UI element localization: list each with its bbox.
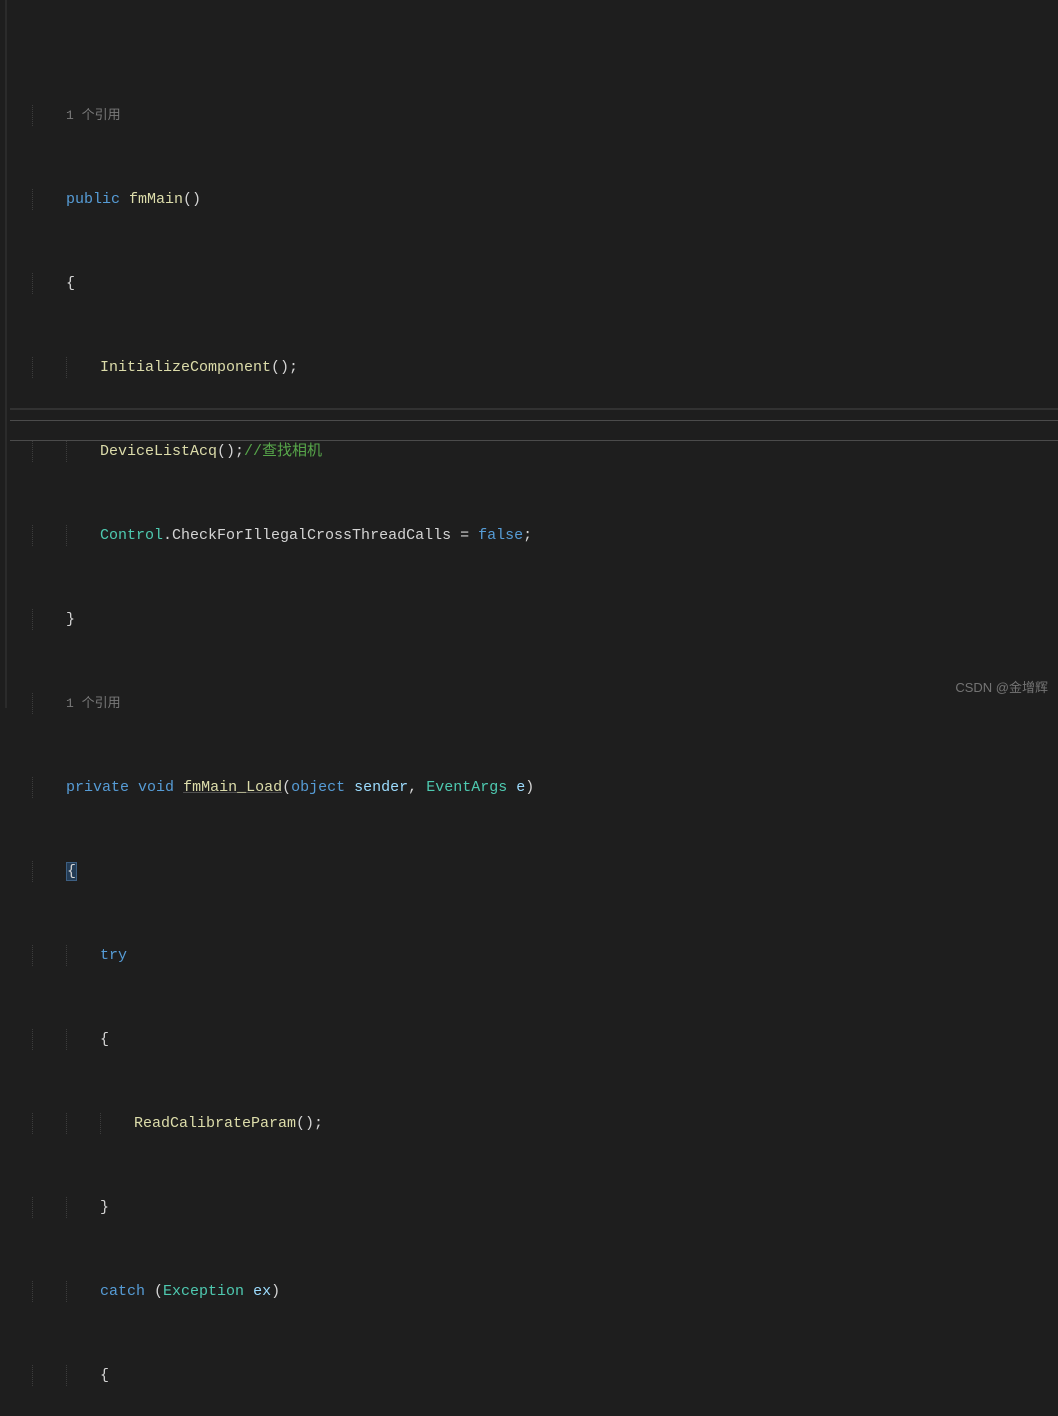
code-line[interactable]: } (32, 609, 1058, 630)
gutter (0, 0, 10, 708)
code-line[interactable]: DeviceListAcq();//查找相机 (32, 441, 1058, 462)
codelens-ref[interactable]: 1 个引用 (66, 696, 121, 711)
code-line[interactable]: ReadCalibrateParam(); (32, 1113, 1058, 1134)
code-editor[interactable]: 1 个引用 public fmMain() { InitializeCompon… (0, 0, 1058, 708)
code-line[interactable]: catch (Exception ex) (32, 1281, 1058, 1302)
codelens-ref[interactable]: 1 个引用 (66, 108, 121, 123)
code-line[interactable]: public fmMain() (32, 189, 1058, 210)
code-line[interactable]: InitializeComponent(); (32, 357, 1058, 378)
code-line[interactable]: try (32, 945, 1058, 966)
code-line[interactable]: 1 个引用 (32, 693, 1058, 714)
code-line[interactable]: { (32, 861, 1058, 882)
code-area[interactable]: 1 个引用 public fmMain() { InitializeCompon… (10, 0, 1058, 708)
code-line[interactable]: 1 个引用 (32, 105, 1058, 126)
code-line[interactable]: { (32, 1365, 1058, 1386)
code-line[interactable]: Control.CheckForIllegalCrossThreadCalls … (32, 525, 1058, 546)
code-line[interactable]: { (32, 273, 1058, 294)
watermark: CSDN @金增辉 (955, 677, 1048, 698)
code-line[interactable]: private void fmMain_Load(object sender, … (32, 777, 1058, 798)
code-line[interactable]: { (32, 1029, 1058, 1050)
code-line[interactable]: } (32, 1197, 1058, 1218)
